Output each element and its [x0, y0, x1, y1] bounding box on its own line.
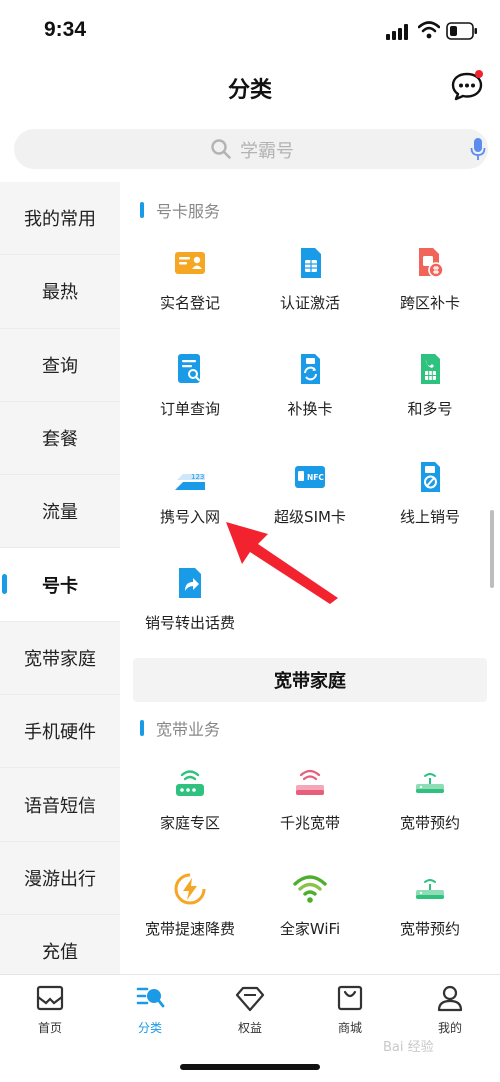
sidebar-item-hardware[interactable]: 手机硬件 [0, 695, 120, 769]
service-broadband-booking-2[interactable]: 宽带预约 [370, 872, 490, 939]
service-family-wifi[interactable]: 全家WiFi [250, 872, 370, 939]
battery-icon [446, 22, 477, 40]
sidebar-item-voice-sms[interactable]: 语音短信 [0, 768, 120, 842]
service-multi-number[interactable]: 和多号 [370, 352, 490, 419]
share-doc-icon [179, 568, 201, 598]
lightning-icon [174, 873, 206, 905]
section-title-text: 宽带业务 [156, 720, 221, 739]
sidebar-item-query[interactable]: 查询 [0, 329, 120, 402]
user-icon [437, 985, 463, 1012]
router-icon [176, 770, 204, 796]
service-order-query[interactable]: 订单查询 [130, 352, 250, 419]
service-cross-region-replacement[interactable]: 跨区补卡 [370, 246, 490, 313]
status-bar: 9:34 [0, 0, 500, 62]
service-label: 全家WiFi [279, 920, 341, 938]
sidebar-item-hottest[interactable]: 最热 [0, 255, 120, 329]
microphone-icon[interactable] [470, 137, 486, 161]
sidebar-item-recharge[interactable]: 充值 [0, 915, 120, 974]
sidebar-item-data[interactable]: 流量 [0, 475, 120, 549]
service-online-cancel-number[interactable]: 线上销号 [370, 460, 490, 527]
cellular-signal-icon [386, 24, 408, 40]
diamond-icon [235, 986, 265, 1012]
category-sidebar: 我的常用 最热 查询 套餐 流量 号卡 宽带家庭 手机硬件 语音短信 漫游出行 … [0, 182, 120, 974]
service-label: 认证激活 [279, 294, 340, 312]
tab-rights[interactable]: 权益 [210, 983, 290, 1036]
sim-swap-icon [419, 248, 444, 278]
sidebar-item-sim-card[interactable]: 号卡 [0, 548, 120, 622]
category-heading-broadband: 宽带家庭 [133, 658, 487, 702]
icon-text-nfc: NFC [307, 473, 324, 482]
sim-card-icon [301, 248, 321, 278]
service-label: 宽带提速降费 [144, 920, 235, 938]
shopping-bag-icon [337, 985, 363, 1011]
tab-label: 商城 [337, 1021, 362, 1035]
message-icon[interactable] [450, 70, 484, 102]
service-label: 销号转出话费 [144, 614, 235, 632]
service-home-zone[interactable]: 家庭专区 [130, 766, 250, 833]
search-bar[interactable]: 学霸号 [14, 129, 488, 169]
page-title: 分类 [227, 78, 272, 103]
search-placeholder: 学霸号 [240, 141, 294, 162]
tab-mine[interactable]: 我的 [410, 983, 490, 1036]
category-search-icon [136, 987, 165, 1008]
watermark: Bai 经验 [383, 1040, 434, 1055]
service-label: 宽带预约 [399, 814, 460, 832]
scroll-indicator[interactable] [490, 510, 494, 588]
pink-router-icon [296, 769, 324, 795]
sim-cancel-icon [421, 462, 440, 492]
service-number-portability[interactable]: 123 携号入网 [130, 460, 250, 527]
service-real-name-registration[interactable]: 实名登记 [130, 246, 250, 313]
service-label: 实名登记 [159, 294, 220, 312]
tab-label: 我的 [437, 1021, 462, 1035]
sidebar-item-broadband-home[interactable]: 宽带家庭 [0, 622, 120, 696]
wifi-icon [418, 21, 440, 39]
home-indicator [180, 1064, 320, 1070]
order-search-icon [178, 354, 200, 383]
search-icon [211, 139, 231, 159]
icon-text-code: 123 [191, 473, 204, 481]
wifi-signal-icon [293, 875, 327, 903]
section-title-sim-services: 号卡服务 [140, 198, 220, 222]
service-label: 跨区补卡 [399, 294, 460, 312]
phone-sim-icon [421, 354, 440, 384]
tab-label: 分类 [137, 1021, 162, 1035]
red-arrow-annotation [226, 522, 338, 604]
service-label: 补换卡 [287, 400, 333, 418]
sidebar-item-favorites[interactable]: 我的常用 [0, 182, 120, 256]
modem-icon [416, 879, 444, 899]
service-label: 千兆宽带 [279, 814, 340, 832]
sim-refresh-icon [301, 354, 320, 384]
home-icon [36, 985, 64, 1011]
service-gigabit-broadband[interactable]: 千兆宽带 [250, 766, 370, 833]
sidebar-item-roaming[interactable]: 漫游出行 [0, 842, 120, 915]
tab-label: 权益 [237, 1021, 262, 1035]
tab-category[interactable]: 分类 [110, 983, 190, 1036]
service-label: 订单查询 [159, 400, 220, 418]
service-label: 线上销号 [399, 508, 460, 526]
nfc-sim-icon: NFC [295, 466, 325, 488]
section-marker [140, 720, 144, 736]
sidebar-item-plans[interactable]: 套餐 [0, 402, 120, 476]
tab-mall[interactable]: 商城 [310, 983, 390, 1036]
service-label: 家庭专区 [159, 814, 220, 832]
service-speed-up[interactable]: 宽带提速降费 [130, 872, 250, 939]
service-broadband-booking[interactable]: 宽带预约 [370, 766, 490, 833]
service-verify-activate[interactable]: 认证激活 [250, 246, 370, 313]
service-label: 和多号 [407, 400, 453, 418]
section-title-text: 号卡服务 [156, 202, 221, 221]
status-time: 9:34 [44, 18, 87, 41]
service-super-sim[interactable]: NFC 超级SIM卡 [250, 460, 370, 527]
tab-label: 首页 [37, 1021, 62, 1035]
service-replace-card[interactable]: 补换卡 [250, 352, 370, 419]
modem-icon [416, 773, 444, 793]
section-marker [140, 202, 144, 218]
page-header: 分类 [0, 62, 500, 114]
section-title-broadband: 宽带业务 [140, 716, 220, 740]
tab-home[interactable]: 首页 [10, 983, 90, 1036]
number-transfer-icon: 123 [175, 473, 205, 490]
id-card-icon [175, 252, 205, 274]
service-label: 宽带预约 [399, 920, 460, 938]
